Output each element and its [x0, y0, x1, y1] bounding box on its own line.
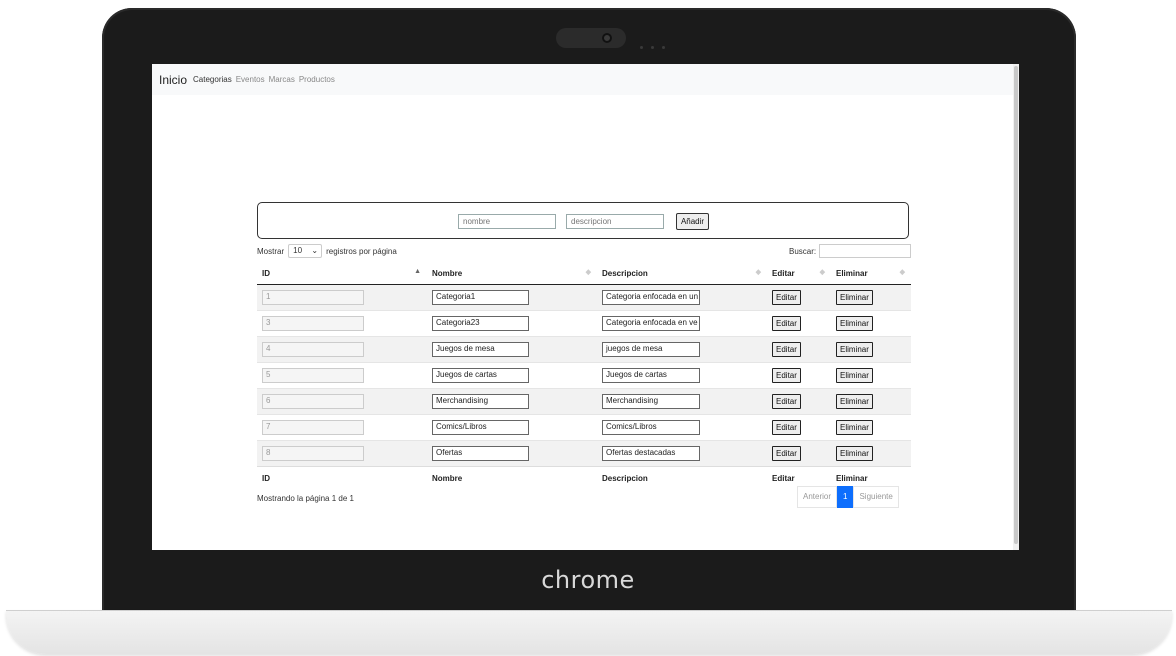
navbar: Inicio Categorias Eventos Marcas Product… — [152, 64, 1013, 95]
nav-link-categorias[interactable]: Categorias — [193, 75, 232, 84]
table-row: 3 Categoria23 Categoria enfocada en ve E… — [257, 310, 911, 337]
chevron-down-icon: ⌄ — [311, 246, 319, 255]
scrollbar-thumb[interactable] — [1014, 66, 1018, 544]
nombre-field[interactable]: Juegos de cartas — [432, 368, 529, 383]
sort-icon: ◆ — [585, 269, 591, 276]
sort-asc-icon: ▲ — [414, 268, 421, 275]
nav-link-productos[interactable]: Productos — [299, 75, 335, 84]
nav-link-eventos[interactable]: Eventos — [236, 75, 265, 84]
add-button[interactable]: Añadir — [676, 213, 709, 230]
delete-button[interactable]: Eliminar — [836, 446, 873, 461]
edit-button[interactable]: Editar — [772, 446, 801, 461]
descripcion-field[interactable]: Merchandising — [602, 394, 700, 409]
search-label: Buscar: — [789, 246, 817, 256]
table-info: Mostrando la página 1 de 1 — [257, 494, 354, 503]
chrome-logo: chrome — [541, 566, 635, 594]
col-header-eliminar[interactable]: Eliminar ◆ — [831, 262, 911, 285]
descripcion-input[interactable] — [566, 214, 664, 229]
delete-button[interactable]: Eliminar — [836, 420, 873, 435]
table-row: 5 Juegos de cartas Juegos de cartas Edit… — [257, 362, 911, 389]
pagination: Anterior 1 Siguiente — [797, 486, 899, 508]
nav-brand[interactable]: Inicio — [159, 73, 187, 87]
id-field: 1 — [262, 290, 364, 305]
nombre-field[interactable]: Ofertas — [432, 446, 529, 461]
table-header-row: ID ▲ Nombre ◆ Descripcion ◆ Editar ◆ Elimina… — [257, 262, 911, 285]
col-footer-descripcion: Descripcion — [597, 466, 767, 489]
edit-button[interactable]: Editar — [772, 342, 801, 357]
search-control: Buscar: — [789, 244, 912, 258]
edit-button[interactable]: Editar — [772, 316, 801, 331]
length-suffix: registros por página — [326, 246, 397, 256]
id-field: 3 — [262, 316, 364, 331]
edit-button[interactable]: Editar — [772, 368, 801, 383]
nav-link-marcas[interactable]: Marcas — [269, 75, 295, 84]
page-button-1[interactable]: 1 — [837, 486, 854, 508]
search-input[interactable] — [819, 244, 912, 258]
nombre-field[interactable]: Categoria23 — [432, 316, 529, 331]
edit-button[interactable]: Editar — [772, 290, 801, 305]
camera-bump — [556, 28, 626, 48]
delete-button[interactable]: Eliminar — [836, 342, 873, 357]
table-row: 7 Comics/Libros Comics/Libros Editar Eli… — [257, 414, 911, 441]
delete-button[interactable]: Eliminar — [836, 368, 873, 383]
page-length-control: Mostrar 10 ⌄ registros por página — [257, 244, 397, 258]
col-footer-nombre: Nombre — [427, 466, 597, 489]
nombre-field[interactable]: Merchandising — [432, 394, 529, 409]
col-footer-id: ID — [257, 466, 427, 489]
sort-icon: ◆ — [755, 269, 761, 276]
edit-button[interactable]: Editar — [772, 394, 801, 409]
delete-button[interactable]: Eliminar — [836, 290, 873, 305]
delete-button[interactable]: Eliminar — [836, 316, 873, 331]
browser-screen: Inicio Categorias Eventos Marcas Product… — [152, 64, 1019, 550]
table-row: 6 Merchandising Merchandising Editar Eli… — [257, 388, 911, 415]
descripcion-field[interactable]: Categoria enfocada en ve — [602, 316, 700, 331]
table-row: 1 Categoria1 Categoria enfocada en un Ed… — [257, 284, 911, 311]
sort-icon: ◆ — [899, 269, 905, 276]
delete-button[interactable]: Eliminar — [836, 394, 873, 409]
col-header-nombre[interactable]: Nombre ◆ — [427, 262, 597, 285]
sort-icon: ◆ — [819, 269, 825, 276]
descripcion-field[interactable]: Comics/Libros — [602, 420, 700, 435]
length-prefix: Mostrar — [257, 246, 285, 256]
categories-table: ID ▲ Nombre ◆ Descripcion ◆ Editar ◆ Elimina… — [257, 262, 911, 489]
prev-page-button[interactable]: Anterior — [797, 486, 838, 508]
col-header-id[interactable]: ID ▲ — [257, 262, 427, 285]
descripcion-field[interactable]: Juegos de cartas — [602, 368, 700, 383]
col-header-descripcion[interactable]: Descripcion ◆ — [597, 262, 767, 285]
id-field: 7 — [262, 420, 364, 435]
descripcion-field[interactable]: Ofertas destacadas — [602, 446, 700, 461]
descripcion-field[interactable]: juegos de mesa — [602, 342, 700, 357]
id-field: 4 — [262, 342, 364, 357]
nombre-field[interactable]: Comics/Libros — [432, 420, 529, 435]
edit-button[interactable]: Editar — [772, 420, 801, 435]
table-row: 8 Ofertas Ofertas destacadas Editar Elim… — [257, 440, 911, 467]
nombre-input[interactable] — [458, 214, 556, 229]
nombre-field[interactable]: Categoria1 — [432, 290, 529, 305]
vertical-scrollbar[interactable] — [1013, 64, 1019, 550]
id-field: 5 — [262, 368, 364, 383]
nombre-field[interactable]: Juegos de mesa — [432, 342, 529, 357]
col-header-editar[interactable]: Editar ◆ — [767, 262, 831, 285]
id-field: 8 — [262, 446, 364, 461]
page-length-select[interactable]: 10 ⌄ — [288, 244, 323, 258]
id-field: 6 — [262, 394, 364, 409]
descripcion-field[interactable]: Categoria enfocada en un — [602, 290, 700, 305]
add-category-form: Añadir — [257, 202, 909, 239]
page-length-value: 10 — [293, 246, 303, 255]
laptop-base — [6, 610, 1172, 654]
camera-icon — [602, 33, 612, 43]
sensor-dots — [640, 36, 680, 49]
next-page-button[interactable]: Siguiente — [853, 486, 899, 508]
table-row: 4 Juegos de mesa juegos de mesa Editar E… — [257, 336, 911, 363]
